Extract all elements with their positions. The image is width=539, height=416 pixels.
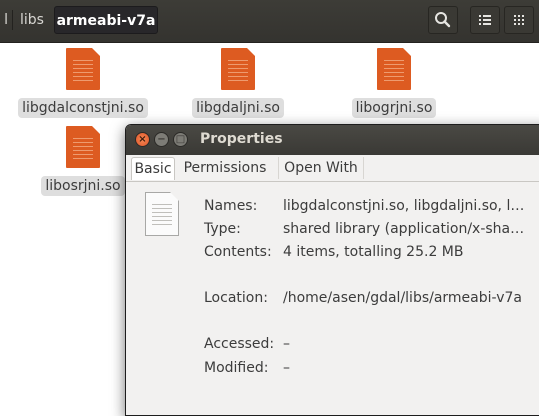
properties-dialog: × − □ Properties Basic Permissions Open … — [125, 124, 539, 416]
file-name: libosrjni.so — [41, 176, 125, 196]
file-name: libogrjni.so — [351, 98, 437, 118]
modified-label: Modified: — [204, 360, 269, 376]
contents-label: Contents: — [204, 244, 272, 260]
file-item[interactable]: libogrjni.so — [334, 48, 454, 128]
path-bar: l libs armeabi-v7a — [0, 0, 539, 43]
minimize-button[interactable]: − — [154, 132, 169, 147]
file-type-icon — [145, 192, 179, 236]
list-view-button[interactable] — [470, 6, 500, 34]
modified-value: – — [283, 360, 290, 376]
shared-library-file-icon — [66, 48, 100, 90]
type-value: shared library (application/x-sha… — [283, 221, 525, 237]
tab-open-with[interactable]: Open With — [278, 157, 364, 179]
tab-permissions[interactable]: Permissions — [181, 157, 269, 179]
breadcrumb-armeabi-v7a[interactable]: armeabi-v7a — [54, 6, 158, 34]
file-item[interactable]: libgdaljni.so — [178, 48, 298, 128]
accessed-value: – — [283, 336, 290, 352]
location-value: /home/asen/gdal/libs/armeabi-v7a — [283, 290, 522, 306]
file-item[interactable]: libgdalconstjni.so — [18, 48, 148, 128]
names-value: libgdalconstjni.so, libgdaljni.so, l… — [283, 198, 525, 214]
file-name: libgdaljni.so — [192, 98, 284, 118]
list-view-icon — [479, 15, 491, 25]
breadcrumb-previous[interactable]: l — [0, 6, 8, 34]
type-label: Type: — [204, 221, 241, 237]
breadcrumb-separator — [12, 10, 13, 30]
file-name: libgdalconstjni.so — [18, 98, 148, 118]
dialog-title: Properties — [200, 131, 283, 147]
maximize-button[interactable]: □ — [173, 132, 188, 147]
shared-library-file-icon — [66, 126, 100, 168]
search-icon — [435, 12, 451, 28]
search-button[interactable] — [428, 6, 458, 34]
names-label: Names: — [204, 198, 258, 214]
shared-library-file-icon — [221, 48, 255, 90]
contents-value: 4 items, totalling 25.2 MB — [283, 244, 464, 260]
dialog-tabs: Basic Permissions Open With — [126, 155, 539, 182]
breadcrumb-libs[interactable]: libs — [20, 6, 44, 34]
location-label: Location: — [204, 290, 268, 306]
tab-basic[interactable]: Basic — [131, 157, 175, 180]
accessed-label: Accessed: — [204, 336, 275, 352]
close-button[interactable]: × — [135, 132, 150, 147]
grid-view-button[interactable] — [504, 6, 534, 34]
grid-view-icon — [514, 15, 524, 25]
shared-library-file-icon — [377, 48, 411, 90]
dialog-titlebar[interactable]: × − □ Properties — [126, 125, 539, 155]
